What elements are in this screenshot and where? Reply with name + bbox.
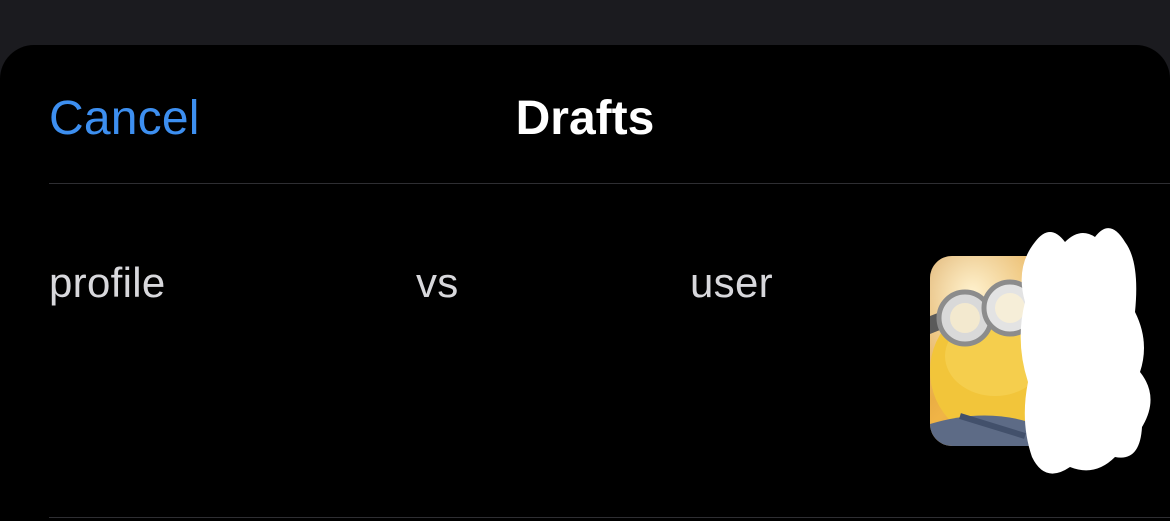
page-title: Drafts [515, 92, 655, 145]
redaction-scribble [1020, 228, 1151, 474]
draft-text-word: user [690, 259, 773, 306]
row-divider [49, 517, 1170, 518]
drafts-sheet: Cancel Drafts profile vs user [0, 45, 1170, 521]
drafts-nav-bar: Cancel Drafts [0, 45, 1170, 183]
draft-list-item[interactable]: profile vs user [0, 184, 1170, 517]
draft-text-word: vs [416, 259, 459, 306]
draft-text-word: profile [49, 259, 166, 306]
